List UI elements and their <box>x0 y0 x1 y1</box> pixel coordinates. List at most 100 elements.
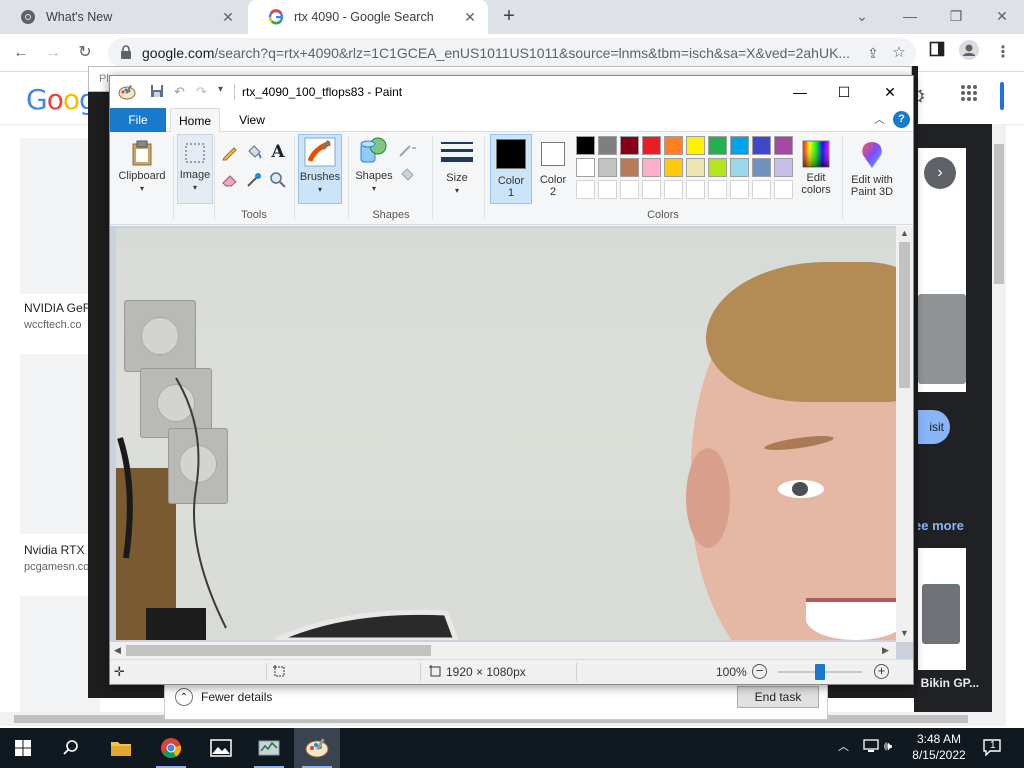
system-clock[interactable]: 3:48 AM 8/15/2022 <box>904 731 974 763</box>
volume-icon[interactable]: 🕪 <box>884 738 892 754</box>
palette-color-swatch[interactable] <box>708 136 727 155</box>
chrome-taskbar-icon[interactable] <box>148 728 194 768</box>
tab-view[interactable]: View <box>228 108 276 133</box>
palette-color-swatch[interactable] <box>664 158 683 177</box>
result-title[interactable]: Nvidia RTX <box>24 543 90 557</box>
windows-start-icon[interactable] <box>0 728 46 768</box>
custom-color-slot[interactable] <box>752 180 771 199</box>
palette-color-swatch[interactable] <box>576 158 595 177</box>
eraser-icon[interactable] <box>220 170 240 190</box>
side-panel-icon[interactable] <box>924 40 950 66</box>
reload-icon[interactable]: ↻ <box>72 40 98 66</box>
custom-color-slot[interactable] <box>774 180 793 199</box>
scroll-thumb[interactable] <box>126 645 431 656</box>
palette-color-swatch[interactable] <box>620 158 639 177</box>
search-icon[interactable] <box>48 728 94 768</box>
address-bar[interactable]: google.com/search?q=rtx+4090&rlz=1C1GCEA… <box>108 38 916 68</box>
apps-grid-icon[interactable] <box>960 84 978 105</box>
canvas-horizontal-scrollbar[interactable]: ◀ ▶ <box>110 642 896 659</box>
undo-icon[interactable]: ↶ <box>174 84 185 100</box>
profile-avatar-icon[interactable] <box>956 40 982 66</box>
palette-color-swatch[interactable] <box>642 158 661 177</box>
palette-color-swatch[interactable] <box>774 136 793 155</box>
network-icon[interactable] <box>862 738 880 757</box>
custom-color-slot[interactable] <box>686 180 705 199</box>
zoom-in-icon[interactable]: + <box>874 664 889 679</box>
brushes-button[interactable]: Brushes ▾ <box>298 134 342 204</box>
bookmark-star-icon[interactable]: ☆ <box>886 40 912 66</box>
save-icon[interactable] <box>150 84 164 101</box>
palette-color-swatch[interactable] <box>664 136 683 155</box>
page-vertical-scrollbar[interactable] <box>992 124 1006 718</box>
custom-color-slot[interactable] <box>664 180 683 199</box>
back-icon[interactable]: ← <box>8 40 34 66</box>
redo-icon[interactable]: ↷ <box>196 84 207 100</box>
share-icon[interactable]: ⇪ <box>860 40 886 66</box>
scroll-left-icon[interactable]: ◀ <box>114 645 121 656</box>
color1-button[interactable]: Color 1 <box>490 134 532 204</box>
text-tool-icon[interactable]: A <box>268 142 288 162</box>
palette-color-swatch[interactable] <box>708 158 727 177</box>
scroll-thumb[interactable] <box>899 242 910 388</box>
close-tab-icon[interactable]: ✕ <box>220 9 236 26</box>
visit-button[interactable]: isit <box>914 410 950 444</box>
zoom-slider-thumb[interactable] <box>815 664 825 680</box>
related-caption[interactable]: n Bikin GP... <box>910 676 979 690</box>
edit-with-paint3d-button[interactable]: Edit with Paint 3D <box>846 134 898 204</box>
end-task-button[interactable]: End task <box>737 686 819 708</box>
pencil-icon[interactable] <box>220 142 240 162</box>
scroll-thumb[interactable] <box>994 144 1004 284</box>
tab-whats-new[interactable]: What's New ✕ <box>0 0 246 34</box>
clipboard-button[interactable]: Clipboard ▾ <box>114 134 170 204</box>
customize-toolbar-chevron-icon[interactable]: ▾ <box>218 84 223 95</box>
close-window-icon[interactable]: ✕ <box>988 4 1016 28</box>
minimize-icon[interactable]: — <box>896 4 924 28</box>
new-tab-button[interactable]: + <box>498 6 520 28</box>
image-canvas[interactable] <box>116 228 897 640</box>
notifications-icon[interactable]: 1 <box>982 738 1002 757</box>
custom-color-slot[interactable] <box>730 180 749 199</box>
file-menu-button[interactable]: File <box>110 108 166 132</box>
outline-icon[interactable] <box>398 140 418 160</box>
show-hidden-icons-chevron-icon[interactable]: ︿ <box>838 738 849 754</box>
tab-google-search[interactable]: rtx 4090 - Google Search ✕ <box>248 0 488 34</box>
fewer-details-toggle[interactable]: ⌃ Fewer details <box>175 688 272 706</box>
zoom-out-icon[interactable]: − <box>752 664 767 679</box>
edit-colors-button[interactable]: Edit colors <box>796 134 836 204</box>
restore-icon[interactable]: ❐ <box>942 4 970 28</box>
zoom-slider-track[interactable] <box>778 664 862 680</box>
close-tab-icon[interactable]: ✕ <box>462 9 478 26</box>
custom-color-slot[interactable] <box>576 180 595 199</box>
result-title[interactable]: NVIDIA GeF <box>24 301 90 315</box>
paint-app-icon[interactable] <box>118 84 136 103</box>
magnifier-icon[interactable] <box>268 170 288 190</box>
size-button[interactable]: Size ▾ <box>436 134 478 204</box>
canvas-vertical-scrollbar[interactable]: ▲ ▼ <box>896 226 913 642</box>
color-picker-icon[interactable] <box>244 170 264 190</box>
custom-color-slot[interactable] <box>620 180 639 199</box>
palette-color-swatch[interactable] <box>642 136 661 155</box>
minimize-icon[interactable]: — <box>780 80 820 104</box>
collapse-ribbon-icon[interactable]: ︿ <box>874 111 885 127</box>
custom-color-slot[interactable] <box>598 180 617 199</box>
image-button[interactable]: Image ▾ <box>177 134 213 204</box>
custom-color-slot[interactable] <box>708 180 727 199</box>
palette-color-swatch[interactable] <box>774 158 793 177</box>
color2-button[interactable]: Color 2 <box>532 134 574 204</box>
close-window-icon[interactable]: ✕ <box>870 80 910 104</box>
palette-color-swatch[interactable] <box>620 136 639 155</box>
help-icon[interactable]: ? <box>893 111 910 128</box>
forward-icon[interactable]: → <box>40 40 66 66</box>
palette-color-swatch[interactable] <box>730 136 749 155</box>
fill-icon[interactable] <box>398 164 418 184</box>
google-logo[interactable]: Goog <box>26 83 97 116</box>
custom-color-slot[interactable] <box>642 180 661 199</box>
palette-color-swatch[interactable] <box>686 136 705 155</box>
task-manager-icon[interactable] <box>246 728 292 768</box>
maximize-icon[interactable]: ☐ <box>824 80 864 104</box>
file-explorer-icon[interactable] <box>98 728 144 768</box>
palette-color-swatch[interactable] <box>730 158 749 177</box>
scroll-up-icon[interactable]: ▲ <box>900 228 909 238</box>
palette-color-swatch[interactable] <box>576 136 595 155</box>
chrome-menu-icon[interactable]: ⋮ <box>990 40 1016 66</box>
